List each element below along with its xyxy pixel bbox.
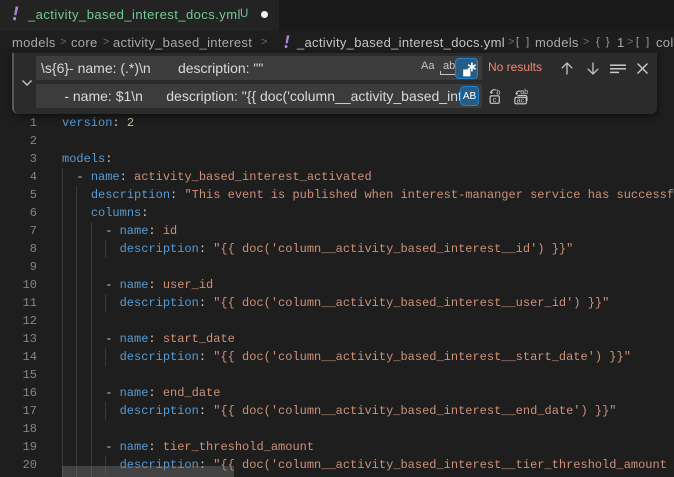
svg-text:ac: ac [517,97,525,104]
svg-text:ab: ab [520,89,528,96]
svg-text:c: c [493,95,497,104]
svg-text:b: b [496,88,500,96]
